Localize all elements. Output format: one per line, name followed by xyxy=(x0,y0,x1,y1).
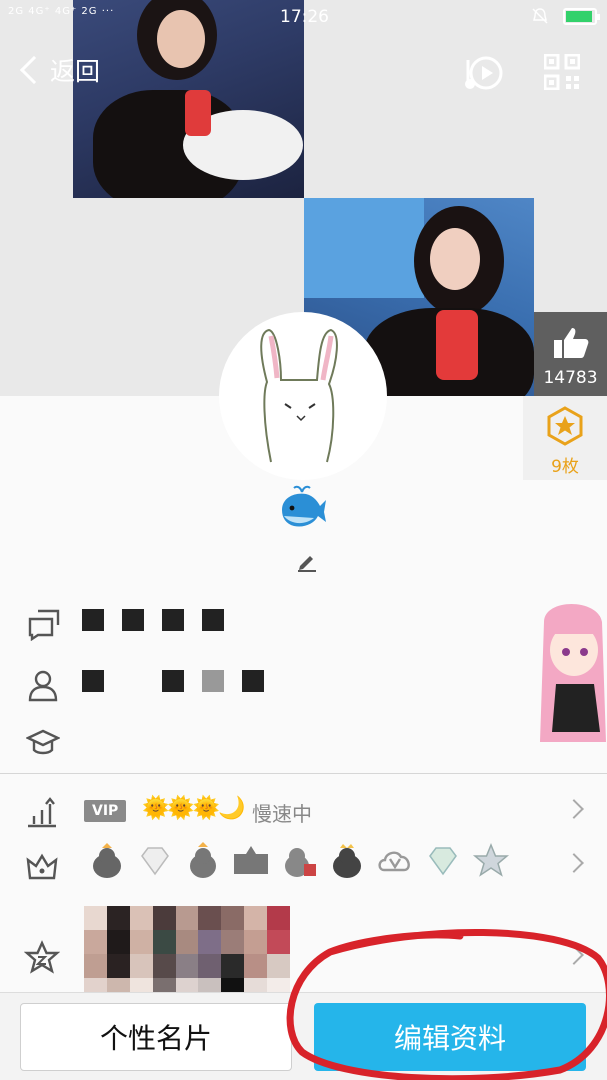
status-bar: 2G 4G⁺ 4G⁺ 2G ··· 17:26 xyxy=(0,0,607,34)
back-button[interactable]: 返回 xyxy=(16,52,100,88)
battery-icon xyxy=(563,7,600,25)
level-row[interactable]: VIP 🌞🌞🌞🌙 慢速中 xyxy=(0,784,607,840)
medal-count: 9枚 xyxy=(551,457,579,477)
chat-bubbles-icon xyxy=(28,609,60,641)
penguin-badge-icon xyxy=(93,843,121,878)
personal-card-button[interactable]: 个性名片 xyxy=(20,1003,292,1071)
chevron-right-icon xyxy=(564,799,584,819)
vip-badge: VIP xyxy=(84,800,127,822)
like-button[interactable]: 14783 xyxy=(534,312,607,396)
privilege-badges xyxy=(88,842,510,880)
masked-nickname xyxy=(82,609,224,631)
penguin-badge-icon xyxy=(190,842,216,878)
penguin-badge-icon xyxy=(285,848,316,877)
mute-bell-icon xyxy=(532,8,548,24)
whale-icon xyxy=(282,485,326,527)
rabbit-avatar-image xyxy=(260,328,338,463)
penguin-badge-icon xyxy=(234,846,268,874)
level-sun-moon-icons: 🌞🌞🌞🌙 xyxy=(142,796,246,821)
info-row-account[interactable] xyxy=(0,658,530,708)
star-z-icon xyxy=(24,940,60,974)
chevron-right-icon xyxy=(564,853,584,873)
bottom-action-bar: 个性名片 编辑资料 xyxy=(0,992,607,1080)
music-icon[interactable] xyxy=(462,52,504,94)
section-divider xyxy=(0,773,607,774)
level-chart-icon xyxy=(28,797,56,828)
star-medal-icon xyxy=(547,406,583,446)
chevron-left-icon xyxy=(19,55,49,85)
info-row-nickname[interactable] xyxy=(0,597,530,647)
anime-girl-sticker xyxy=(540,604,606,742)
photo-wall-thumbnail[interactable] xyxy=(84,906,290,1002)
graduation-cap-icon xyxy=(26,729,60,755)
cloud-v-badge-icon xyxy=(378,851,410,872)
like-count: 14783 xyxy=(543,368,598,388)
avatar[interactable] xyxy=(219,312,387,480)
crown-icon xyxy=(26,853,58,880)
edit-profile-button[interactable]: 编辑资料 xyxy=(314,1003,586,1071)
thumbs-up-icon xyxy=(554,328,589,358)
info-row-school[interactable] xyxy=(0,716,530,766)
star-badge-icon xyxy=(472,843,510,877)
masked-account xyxy=(82,670,264,692)
qr-code-icon[interactable] xyxy=(544,54,580,90)
pen-icon[interactable] xyxy=(296,550,318,572)
signal-indicator: 2G 4G⁺ 4G⁺ 2G ··· xyxy=(8,6,115,17)
clock: 17:26 xyxy=(280,7,329,27)
medal-button[interactable]: 9枚 xyxy=(523,396,607,480)
diamond-badge-icon xyxy=(429,847,457,876)
penguin-badge-icon xyxy=(333,844,361,878)
privilege-row[interactable] xyxy=(0,838,607,894)
back-label: 返回 xyxy=(50,57,101,86)
chevron-right-icon xyxy=(564,945,584,965)
person-icon xyxy=(28,670,58,702)
diamond-badge-icon xyxy=(141,847,169,876)
level-status-text: 慢速中 xyxy=(252,802,312,826)
